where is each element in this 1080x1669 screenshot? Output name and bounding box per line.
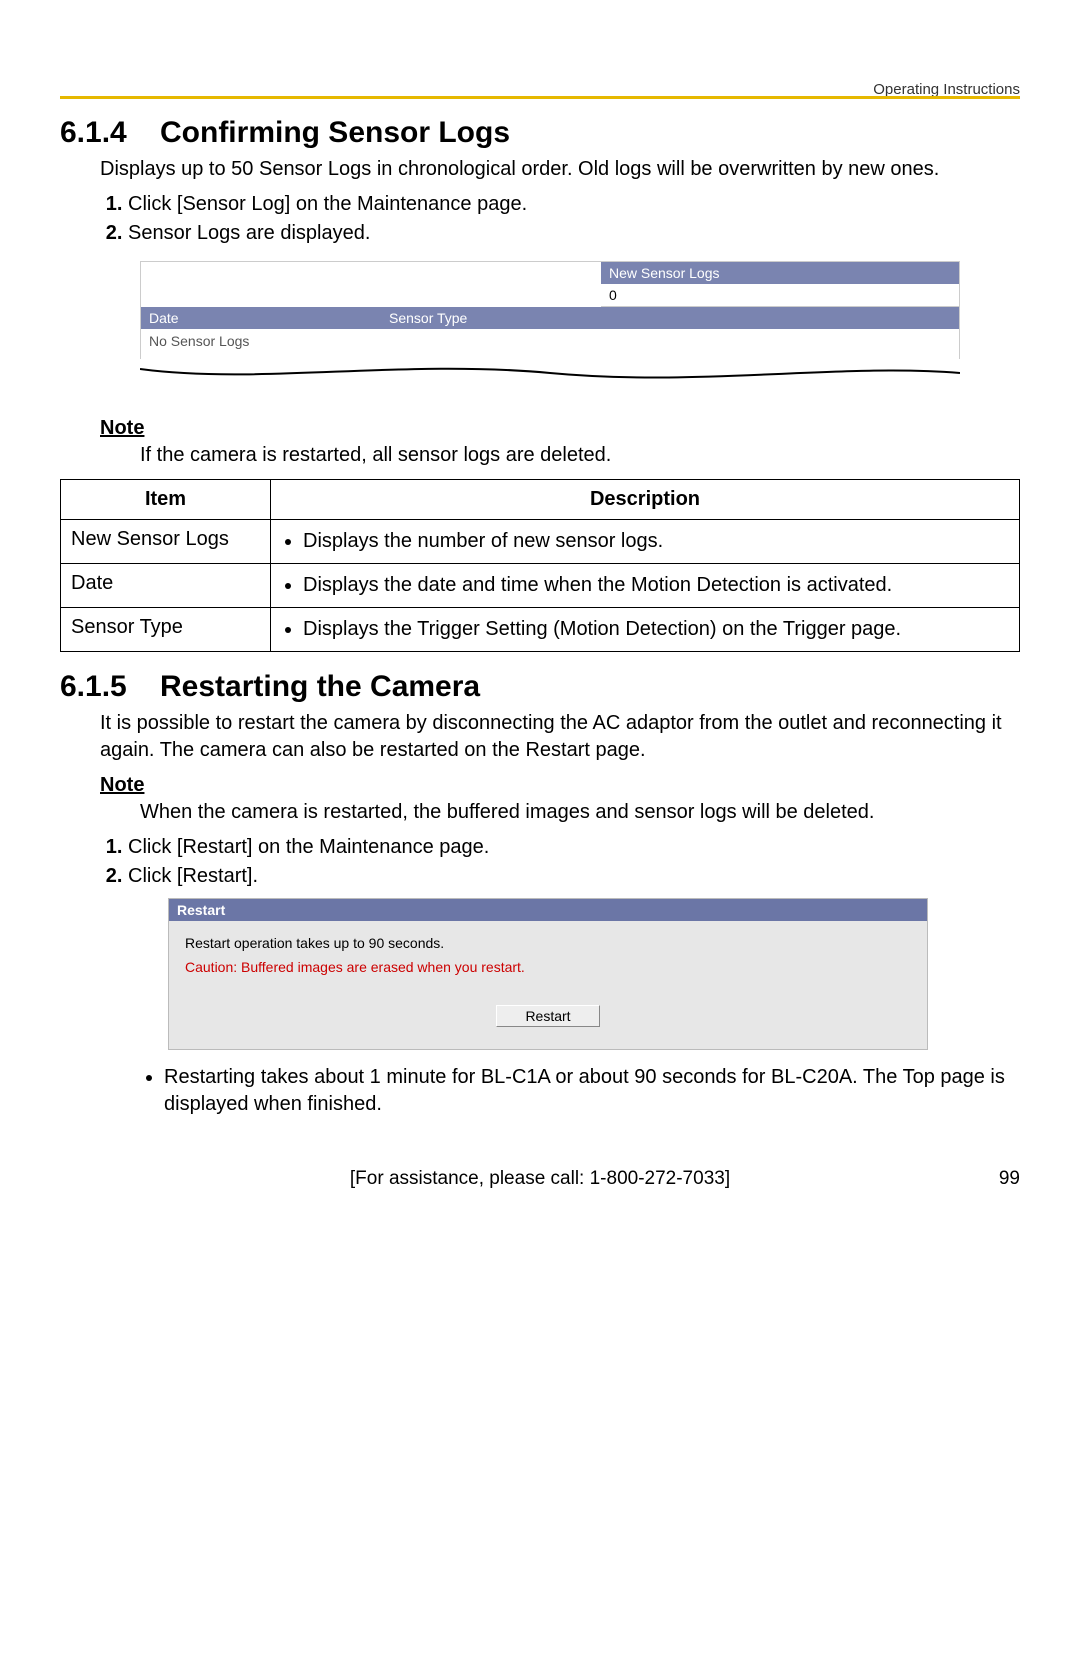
section-615-heading: 6.1.5Restarting the Camera xyxy=(60,670,1020,704)
note-body: If the camera is restarted, all sensor l… xyxy=(140,442,1020,469)
table-row: Date Displays the date and time when the… xyxy=(61,564,1020,608)
cell-desc: Displays the number of new sensor logs. xyxy=(271,520,1020,564)
th-item: Item xyxy=(61,480,271,520)
new-sensor-logs-value: 0 xyxy=(601,284,959,307)
footer-assistance: [For assistance, please call: 1-800-272-… xyxy=(120,1168,960,1190)
restart-button[interactable]: Restart xyxy=(496,1005,599,1027)
step-text: Sensor Logs are displayed. xyxy=(128,222,370,244)
section-614-intro: Displays up to 50 Sensor Logs in chronol… xyxy=(100,156,1020,183)
sensor-log-description-table: Item Description New Sensor Logs Display… xyxy=(60,479,1020,652)
col-date: Date xyxy=(141,307,381,329)
sensor-log-screenshot: New Sensor Logs 0 Date Sensor Type No Se… xyxy=(140,261,960,359)
note-label: Note xyxy=(100,417,1020,440)
table-row: Sensor Type Displays the Trigger Setting… xyxy=(61,608,1020,652)
section-615-number: 6.1.5 xyxy=(60,670,160,704)
step-text: Click [Restart] on the Maintenance page. xyxy=(128,836,489,858)
cell-item: Sensor Type xyxy=(61,608,271,652)
col-sensor-type: Sensor Type xyxy=(381,307,959,329)
section-615-title: Restarting the Camera xyxy=(160,670,480,703)
step-text: Click [Restart]. xyxy=(128,865,258,887)
restart-msg-duration: Restart operation takes up to 90 seconds… xyxy=(185,935,911,951)
new-sensor-logs-header: New Sensor Logs xyxy=(601,262,959,284)
footer-page-number: 99 xyxy=(960,1168,1020,1190)
cell-item: New Sensor Logs xyxy=(61,520,271,564)
restart-screenshot: Restart Restart operation takes up to 90… xyxy=(168,898,928,1050)
cell-desc-text: Displays the number of new sensor logs. xyxy=(303,528,1009,555)
note-body: When the camera is restarted, the buffer… xyxy=(140,799,1020,826)
section-614-heading: 6.1.4Confirming Sensor Logs xyxy=(60,116,1020,150)
section-615-steps: Click [Restart] on the Maintenance page.… xyxy=(100,836,1020,888)
cell-desc-text: Displays the Trigger Setting (Motion Det… xyxy=(303,616,1009,643)
section-615-bullets: Restarting takes about 1 minute for BL-C… xyxy=(100,1064,1020,1118)
section-614-number: 6.1.4 xyxy=(60,116,160,150)
step-text: Click [Sensor Log] on the Maintenance pa… xyxy=(128,193,527,215)
bullet-text: Restarting takes about 1 minute for BL-C… xyxy=(164,1064,1020,1118)
cell-item: Date xyxy=(61,564,271,608)
section-614-title: Confirming Sensor Logs xyxy=(160,116,510,149)
cell-desc-text: Displays the date and time when the Moti… xyxy=(303,572,1009,599)
cell-desc: Displays the date and time when the Moti… xyxy=(271,564,1020,608)
header-rule xyxy=(60,96,1020,99)
th-desc: Description xyxy=(271,480,1020,520)
section-615-intro: It is possible to restart the camera by … xyxy=(100,710,1020,764)
section-614-steps: Click [Sensor Log] on the Maintenance pa… xyxy=(100,193,1020,245)
no-sensor-logs-text: No Sensor Logs xyxy=(141,329,959,359)
restart-msg-caution: Caution: Buffered images are erased when… xyxy=(185,959,911,975)
restart-titlebar: Restart xyxy=(169,899,927,921)
note-label: Note xyxy=(100,774,1020,797)
torn-edge xyxy=(140,367,960,385)
table-row: New Sensor Logs Displays the number of n… xyxy=(61,520,1020,564)
page-footer: [For assistance, please call: 1-800-272-… xyxy=(60,1168,1020,1190)
cell-desc: Displays the Trigger Setting (Motion Det… xyxy=(271,608,1020,652)
